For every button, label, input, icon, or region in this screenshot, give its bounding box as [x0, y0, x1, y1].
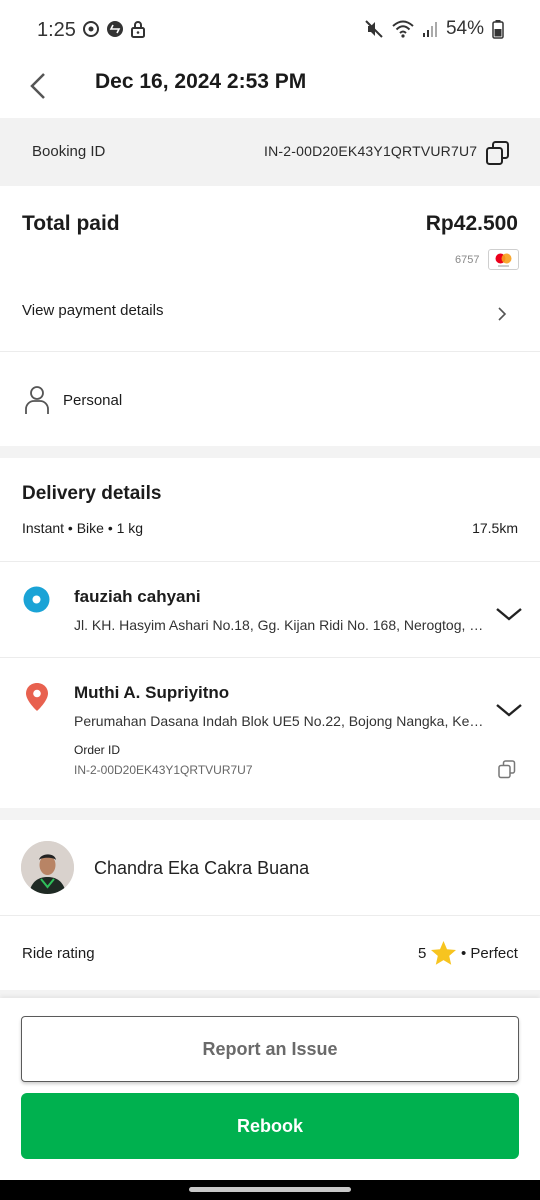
- ride-rating-label: Ride rating: [22, 945, 95, 962]
- person-icon: [25, 386, 49, 414]
- driver-row: Chandra Eka Cakra Buana: [0, 820, 540, 915]
- section-gap: [0, 446, 540, 458]
- star-icon: [431, 941, 456, 965]
- battery-percent: 54%: [445, 18, 484, 39]
- delivery-summary: Instant • Bike • 1 kg: [22, 520, 144, 536]
- profile-type-row: Personal: [0, 378, 540, 424]
- shazam-icon: [107, 21, 123, 37]
- system-nav-bar: [0, 1180, 540, 1200]
- wifi-icon: [392, 20, 414, 38]
- pickup-dot-icon: [23, 586, 50, 613]
- ride-rating-text: • Perfect: [461, 945, 518, 962]
- ride-rating-value: 5: [418, 945, 427, 962]
- mastercard-icon: [488, 249, 519, 270]
- section-gap: [0, 808, 540, 820]
- dropoff-address: Perumahan Dasana Indah Blok UE5 No.22, B…: [74, 713, 484, 729]
- ride-rating-row: Ride rating 5 • Perfect: [0, 916, 540, 990]
- chevron-left-icon: [30, 73, 45, 99]
- status-icons-left: [82, 20, 146, 38]
- pickup-address: Jl. KH. Hasyim Ashari No.18, Gg. Kijan R…: [74, 617, 484, 633]
- view-payment-details-row[interactable]: View payment details: [0, 286, 540, 338]
- view-payment-details-label: View payment details: [22, 302, 164, 319]
- avatar: [21, 841, 74, 894]
- chevron-right-icon: [498, 307, 507, 321]
- order-id-value: IN-2-00D20EK43Y1QRTVUR7U7: [74, 763, 253, 777]
- status-bar: 1:25 54%: [0, 0, 540, 60]
- total-paid-value: Rp42.500: [425, 212, 518, 235]
- booking-id-value: IN-2-00D20EK43Y1QRTVUR7U7: [264, 143, 478, 159]
- divider: [0, 351, 540, 352]
- total-paid-label: Total paid: [22, 212, 120, 235]
- dropoff-name: Muthi A. Supriyitno: [74, 683, 230, 702]
- driver-name: Chandra Eka Cakra Buana: [94, 858, 310, 878]
- delivery-details-title: Delivery details: [22, 483, 162, 504]
- pickup-stop[interactable]: fauziah cahyani Jl. KH. Hasyim Ashari No…: [0, 562, 540, 657]
- pickup-name: fauziah cahyani: [74, 587, 201, 606]
- mute-icon: [365, 20, 383, 38]
- copy-booking-id-button[interactable]: [484, 139, 512, 167]
- chevron-down-icon[interactable]: [495, 702, 523, 718]
- order-id-label: Order ID: [74, 743, 121, 757]
- section-gap: [0, 990, 540, 998]
- action-footer: Report an Issue Rebook: [0, 998, 540, 1180]
- copy-icon: [486, 141, 509, 165]
- lock-icon: [131, 21, 145, 38]
- card-last-digits: 6757: [455, 254, 480, 266]
- battery-icon: [492, 20, 504, 39]
- booking-id-label: Booking ID: [32, 143, 106, 160]
- delivery-distance: 17.5km: [472, 520, 518, 536]
- signal-icon: [422, 22, 437, 37]
- dropoff-stop[interactable]: Muthi A. Supriyitno Perumahan Dasana Ind…: [0, 658, 540, 808]
- profile-type-label: Personal: [63, 392, 123, 409]
- rebook-button[interactable]: Rebook: [21, 1093, 519, 1159]
- report-issue-button[interactable]: Report an Issue: [21, 1016, 519, 1082]
- chevron-down-icon[interactable]: [495, 606, 523, 622]
- location-pin-icon: [26, 683, 48, 711]
- sync-icon: [83, 21, 99, 37]
- back-button[interactable]: [22, 66, 54, 106]
- status-icons-right: 54%: [364, 18, 504, 40]
- status-time: 1:25: [37, 19, 76, 41]
- app-header: Dec 16, 2024 2:53 PM: [0, 60, 540, 118]
- copy-icon[interactable]: [497, 759, 517, 779]
- home-indicator[interactable]: [189, 1187, 351, 1192]
- page-title: Dec 16, 2024 2:53 PM: [95, 70, 307, 93]
- booking-id-row: Booking ID IN-2-00D20EK43Y1QRTVUR7U7: [0, 118, 540, 186]
